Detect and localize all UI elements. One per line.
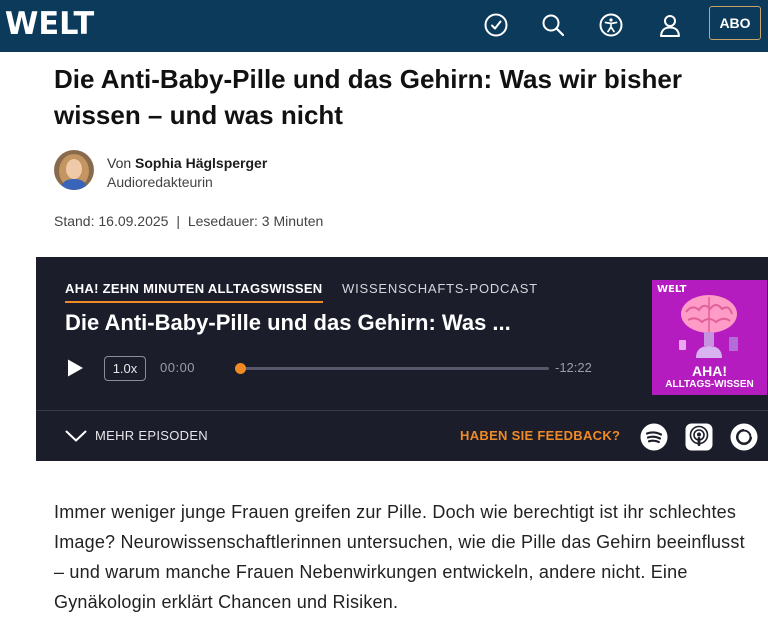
player-divider [36, 410, 768, 411]
clock-icon[interactable] [481, 10, 511, 40]
author-prefix: Von [107, 155, 132, 171]
podcast-series-link[interactable]: AHA! ZEHN MINUTEN ALLTAGSWISSEN [65, 281, 323, 303]
article-title: Die Anti-Baby-Pille und das Gehirn: Was … [54, 64, 682, 130]
podcast-player: AHA! ZEHN MINUTEN ALLTAGSWISSEN WISSENSC… [36, 257, 768, 461]
podcast-type: WISSENSCHAFTS-PODCAST [342, 281, 538, 296]
abo-button[interactable]: ABO [709, 6, 761, 40]
feedback-link[interactable]: HABEN SIE FEEDBACK? [460, 428, 620, 443]
episode-title: Die Anti-Baby-Pille und das Gehirn: Was … [65, 310, 511, 335]
amazon-music-icon[interactable] [730, 423, 758, 451]
remaining-time: -12:22 [555, 360, 592, 375]
cover-title-line2: ALLTAGS-WISSEN [665, 379, 754, 390]
author-role: Audioredakteurin [107, 174, 213, 190]
cover-title-line1: AHA! [692, 363, 727, 379]
welt-logo[interactable]: WELT [5, 4, 94, 44]
accessibility-icon[interactable] [596, 10, 626, 40]
more-episodes-label: MEHR EPISODEN [95, 428, 208, 443]
publish-date: Stand: 16.09.2025 [54, 213, 169, 229]
podcast-cover-image: WELT AHA! ALLTAGS-WISSEN [652, 280, 767, 395]
user-icon[interactable] [655, 10, 685, 40]
top-navigation-bar: WELT ABO [0, 0, 768, 52]
article-lead-paragraph: Immer weniger junge Frauen greifen zur P… [54, 502, 745, 612]
author-avatar[interactable] [54, 150, 94, 190]
progress-handle[interactable] [235, 363, 246, 374]
play-button[interactable] [65, 358, 85, 378]
play-icon [68, 359, 83, 377]
author-name-link[interactable]: Sophia Häglsperger [135, 155, 267, 171]
spotify-icon[interactable] [640, 423, 668, 451]
chevron-down-icon [65, 430, 87, 441]
progress-slider[interactable] [235, 363, 549, 374]
playback-speed-button[interactable]: 1.0x [104, 356, 146, 381]
elapsed-time: 00:00 [160, 360, 196, 375]
search-icon[interactable] [538, 10, 568, 40]
apple-podcasts-icon[interactable] [685, 423, 713, 451]
author-byline: Von Sophia Häglsperger [107, 154, 267, 173]
article-meta: Stand: 16.09.2025 | Lesedauer: 3 Minuten [54, 212, 323, 231]
meta-separator: | [176, 213, 180, 229]
brain-illustration [679, 295, 738, 358]
more-episodes-toggle[interactable]: MEHR EPISODEN [65, 428, 208, 443]
reading-time: Lesedauer: 3 Minuten [187, 213, 324, 229]
